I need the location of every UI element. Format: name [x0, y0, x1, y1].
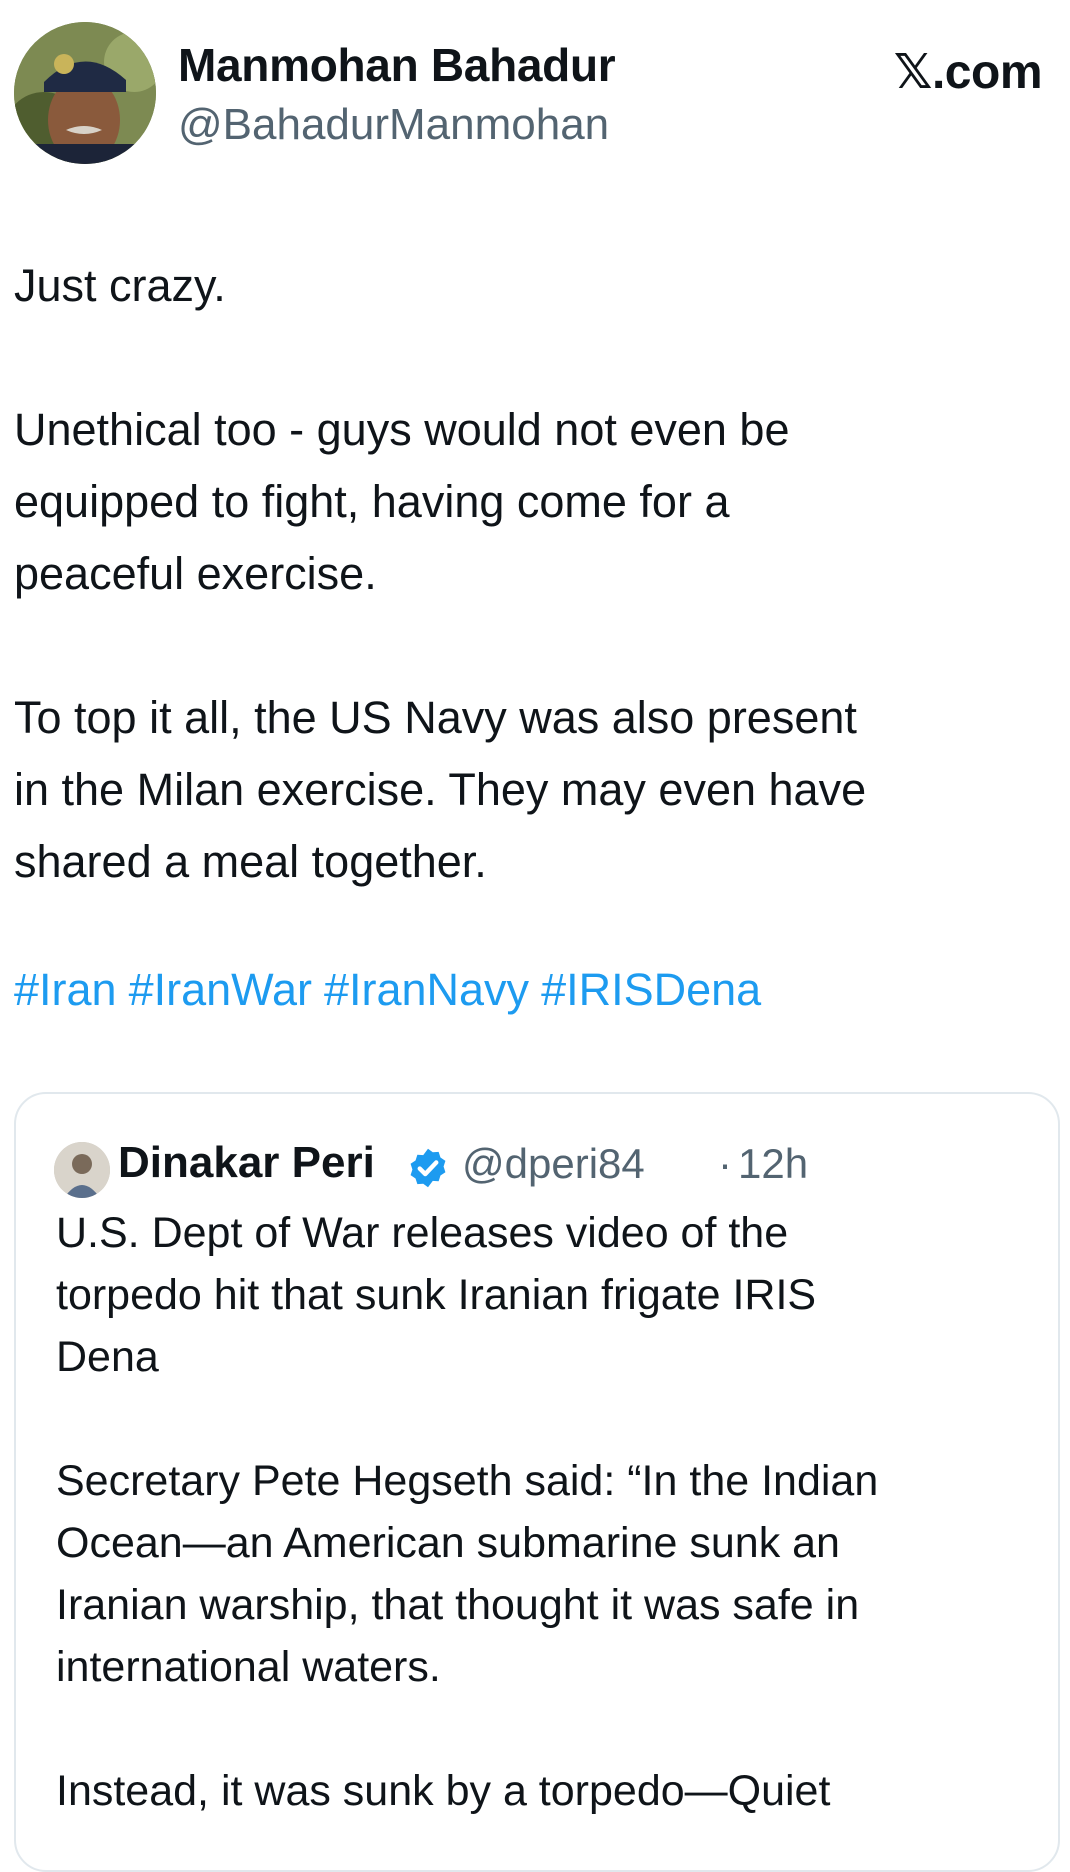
hashtag-link[interactable]: #IRISDena: [541, 964, 761, 1015]
hashtag-list: #Iran #IranWar #IranNavy #IRISDena: [14, 960, 773, 1020]
quoted-post-card[interactable]: Dinakar Peri @dperi84 · 12h U.S. Dept of…: [14, 1092, 1060, 1872]
quoted-post-text: U.S. Dept of War releases video of the t…: [56, 1202, 1046, 1822]
quoted-author-avatar[interactable]: [54, 1142, 110, 1198]
hashtag-link[interactable]: #Iran: [14, 964, 117, 1015]
quoted-author-handle[interactable]: @dperi84: [462, 1140, 645, 1188]
avatar-photo-icon: [54, 1142, 110, 1198]
hashtag-link[interactable]: #IranNavy: [324, 964, 529, 1015]
avatar-photo-icon: [14, 22, 156, 164]
quoted-paragraph: Secretary Pete Hegseth said: “In the Ind…: [56, 1457, 879, 1691]
x-logo: 𝕏.com: [893, 44, 1043, 100]
author-name[interactable]: Manmohan Bahadur: [178, 38, 616, 92]
hashtag-link[interactable]: #IranWar: [129, 964, 312, 1015]
quoted-paragraph: U.S. Dept of War releases video of the t…: [56, 1209, 817, 1381]
author-handle[interactable]: @BahadurManmohan: [178, 100, 609, 150]
separator-dot: ·: [718, 1140, 732, 1187]
post-paragraph: Unethical too - guys would not even be e…: [14, 404, 790, 599]
post-paragraph: Just crazy.: [14, 260, 226, 311]
x-logo-mark: 𝕏: [893, 44, 933, 100]
x-logo-text: .com: [931, 46, 1043, 99]
verified-badge-icon: [410, 1148, 446, 1188]
quoted-author-name[interactable]: Dinakar Peri: [118, 1138, 375, 1188]
post-text: Just crazy. Unethical too - guys would n…: [14, 250, 1044, 898]
post-paragraph: To top it all, the US Navy was also pres…: [14, 692, 867, 887]
author-avatar[interactable]: [14, 22, 156, 164]
quoted-paragraph: Instead, it was sunk by a torpedo—Quiet: [56, 1767, 831, 1815]
post-header: Manmohan Bahadur @BahadurManmohan 𝕏.com: [0, 0, 1070, 190]
quoted-post-timestamp[interactable]: 12h: [738, 1140, 808, 1188]
